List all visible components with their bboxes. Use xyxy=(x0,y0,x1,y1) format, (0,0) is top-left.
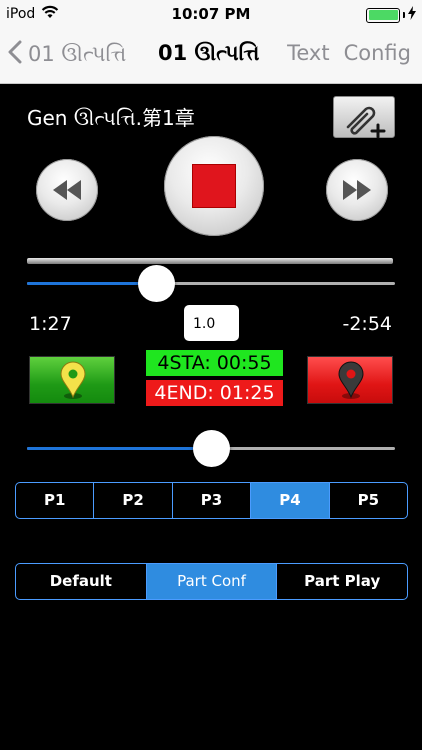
elapsed-time: 1:27 xyxy=(29,313,72,335)
part-slider[interactable] xyxy=(27,430,395,467)
mode-tab-part-play[interactable]: Part Play xyxy=(276,564,407,599)
paperclip-plus-icon xyxy=(346,106,386,139)
status-time: 10:07 PM xyxy=(171,5,251,23)
text-button[interactable]: Text xyxy=(287,41,329,65)
battery-icon xyxy=(366,7,400,23)
part-selector: P1 P2 P3 P4 P5 xyxy=(15,482,408,519)
mode-selector: Default Part Conf Part Play xyxy=(15,563,408,600)
part-start-label: 4STA: 00:55 xyxy=(146,350,283,376)
chapter-title: Gen ઊત્પત્તિ.第1章 xyxy=(27,106,195,130)
stop-button[interactable] xyxy=(164,136,264,236)
back-chevron-icon xyxy=(8,40,22,69)
speed-field[interactable]: 1.0 xyxy=(184,305,239,341)
navigation-bar: 01 ઊત્પત્તિ 01 ઊત્પત્તિ Text Config xyxy=(0,28,422,84)
part-slider-thumb[interactable] xyxy=(193,430,230,467)
stop-icon xyxy=(192,164,236,208)
part-end-label: 4END: 01:25 xyxy=(146,380,283,406)
rewind-icon xyxy=(53,180,81,200)
back-button[interactable]: 01 ઊત્પત્તિ xyxy=(8,40,126,69)
part-slider-fill xyxy=(27,447,211,450)
waveform-bar xyxy=(27,258,393,264)
playback-slider-fill xyxy=(27,282,156,285)
page-title: 01 ઊત્પત્તિ xyxy=(158,41,260,65)
set-end-button[interactable] xyxy=(307,356,393,404)
map-pin-icon xyxy=(60,361,86,399)
part-tab-p1[interactable]: P1 xyxy=(16,483,93,518)
map-pin-icon xyxy=(338,361,364,399)
part-tab-p3[interactable]: P3 xyxy=(171,483,250,518)
charging-icon xyxy=(408,6,416,24)
mode-tab-part-conf[interactable]: Part Conf xyxy=(145,564,277,599)
part-tab-p4[interactable]: P4 xyxy=(250,483,329,518)
playback-slider-thumb[interactable] xyxy=(137,265,175,302)
remaining-time: -2:54 xyxy=(342,313,392,335)
rewind-button[interactable] xyxy=(36,159,98,221)
mode-tab-default[interactable]: Default xyxy=(16,564,146,599)
attach-button[interactable] xyxy=(333,96,395,139)
config-button[interactable]: Config xyxy=(344,41,411,65)
part-tab-p5[interactable]: P5 xyxy=(328,483,407,518)
back-label: 01 ઊત્પત્તિ xyxy=(28,42,127,66)
part-tab-p2[interactable]: P2 xyxy=(93,483,171,518)
fast-forward-button[interactable] xyxy=(326,159,388,221)
status-bar: iPod 10:07 PM xyxy=(0,0,422,28)
playback-slider[interactable] xyxy=(27,265,395,302)
fast-forward-icon xyxy=(343,180,371,200)
set-start-button[interactable] xyxy=(29,356,115,404)
